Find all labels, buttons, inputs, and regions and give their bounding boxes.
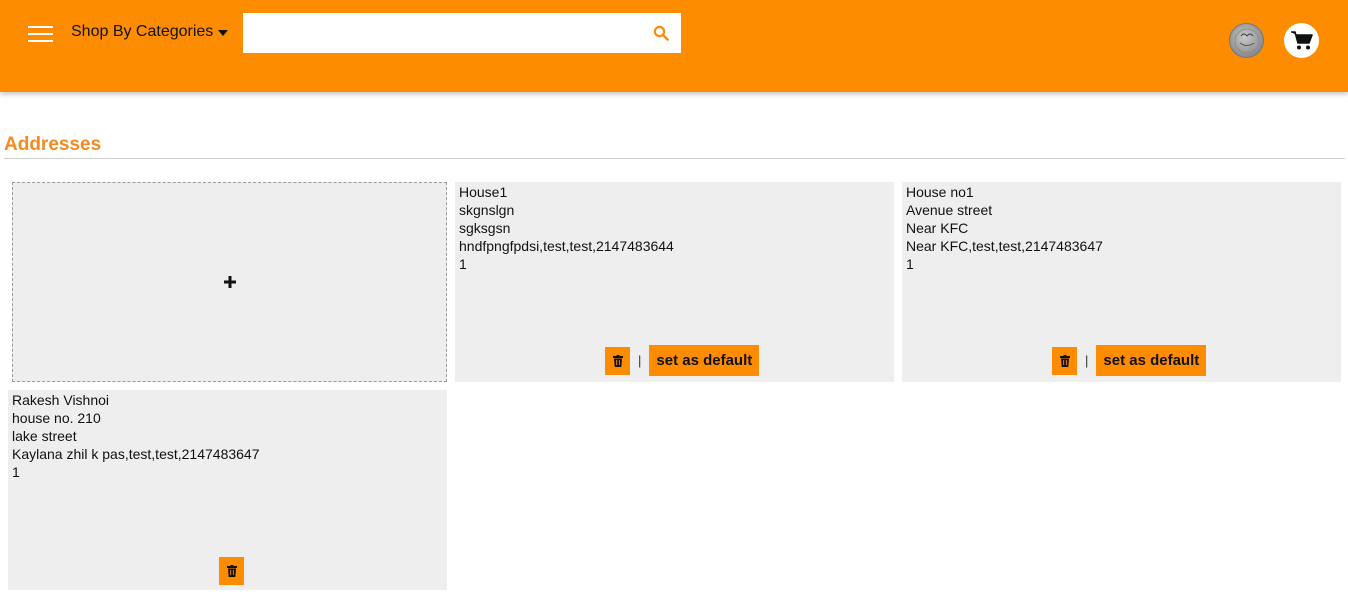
address-line: skgnslgn [459,202,515,218]
address-line: Near KFC [906,220,969,236]
address-line: Rakesh Vishnoi [12,392,110,408]
address-card: House1 skgnslgn sgksgsn hndfpngfpdsi,tes… [455,182,894,382]
address-line: 1 [12,464,20,480]
search-bar [243,13,681,53]
categories-label: Shop By Categories [71,23,214,40]
address-card: House no1 Avenue street Near KFC Near KF… [902,182,1341,382]
address-details: Rakesh Vishnoi house no. 210 lake street… [12,391,260,481]
address-actions [219,557,244,585]
address-line: House1 [459,184,508,200]
avatar[interactable] [1229,23,1264,58]
set-default-button[interactable]: set as default [1096,345,1207,376]
chevron-down-icon [218,30,229,36]
title-divider [4,158,1345,159]
address-actions: | set as default [1052,345,1207,376]
page-title: Addresses [4,134,102,155]
address-line: 1 [459,256,467,272]
address-line: lake street [12,428,77,444]
trash-icon [226,565,237,577]
address-line: Near KFC,test,test,2147483647 [906,238,1103,254]
address-actions: | set as default [605,345,760,376]
set-default-button[interactable]: set as default [649,345,760,376]
address-line: House no1 [906,184,974,200]
menu-icon[interactable] [28,25,53,43]
delete-address-button[interactable] [605,346,630,375]
shop-by-categories-dropdown[interactable]: Shop By Categories [71,23,229,41]
address-line: house no. 210 [12,410,101,426]
plus-icon [13,183,446,381]
add-address-card[interactable] [12,182,447,382]
address-line: Avenue street [906,202,993,218]
search-icon[interactable] [653,25,669,41]
action-separator: | [1085,353,1089,368]
trash-icon [612,354,623,367]
action-separator: | [638,353,642,368]
cart-icon[interactable] [1284,23,1319,58]
address-line: Kaylana zhil k pas,test,test,2147483647 [12,446,260,462]
delete-address-button[interactable] [219,557,244,585]
top-header: Shop By Categories [0,0,1348,92]
search-input[interactable] [243,13,653,53]
address-card: Rakesh Vishnoi house no. 210 lake street… [8,390,447,590]
trash-icon [1059,354,1070,367]
address-details: House no1 Avenue street Near KFC Near KF… [906,183,1103,273]
address-details: House1 skgnslgn sgksgsn hndfpngfpdsi,tes… [459,183,674,273]
address-line: 1 [906,256,914,272]
delete-address-button[interactable] [1052,346,1077,375]
address-line: hndfpngfpdsi,test,test,2147483644 [459,238,674,254]
address-line: sgksgsn [459,220,511,236]
